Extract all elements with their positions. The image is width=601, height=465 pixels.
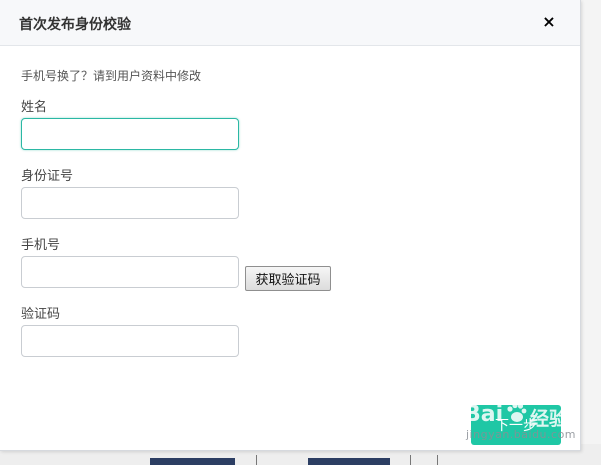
verification-code-label: 验证码 — [21, 307, 61, 322]
underlying-page-block — [308, 458, 390, 465]
name-label: 姓名 — [21, 100, 48, 115]
underlying-page-block — [150, 458, 235, 465]
underlying-page-mark — [256, 455, 263, 465]
verification-code-input[interactable] — [21, 325, 239, 357]
id-number-input[interactable] — [21, 187, 239, 219]
name-input[interactable] — [21, 118, 239, 150]
close-icon[interactable]: × — [539, 12, 559, 32]
phone-label: 手机号 — [21, 238, 61, 253]
phone-change-hint: 手机号换了？请到用户资料中修改 — [21, 69, 202, 83]
identity-verification-dialog: 首次发布身份校验 × 手机号换了？请到用户资料中修改 姓名 身份证号 手机号 获… — [0, 0, 581, 451]
dialog-title: 首次发布身份校验 — [19, 17, 131, 33]
id-number-label: 身份证号 — [21, 169, 74, 184]
underlying-page-mark — [437, 455, 444, 465]
dialog-header: 首次发布身份校验 × — [0, 0, 580, 46]
submit-button[interactable]: 下一步 — [471, 405, 561, 445]
underlying-page-mark — [410, 455, 417, 465]
phone-input[interactable] — [21, 256, 239, 288]
get-verification-code-button[interactable]: 获取验证码 — [245, 266, 331, 291]
